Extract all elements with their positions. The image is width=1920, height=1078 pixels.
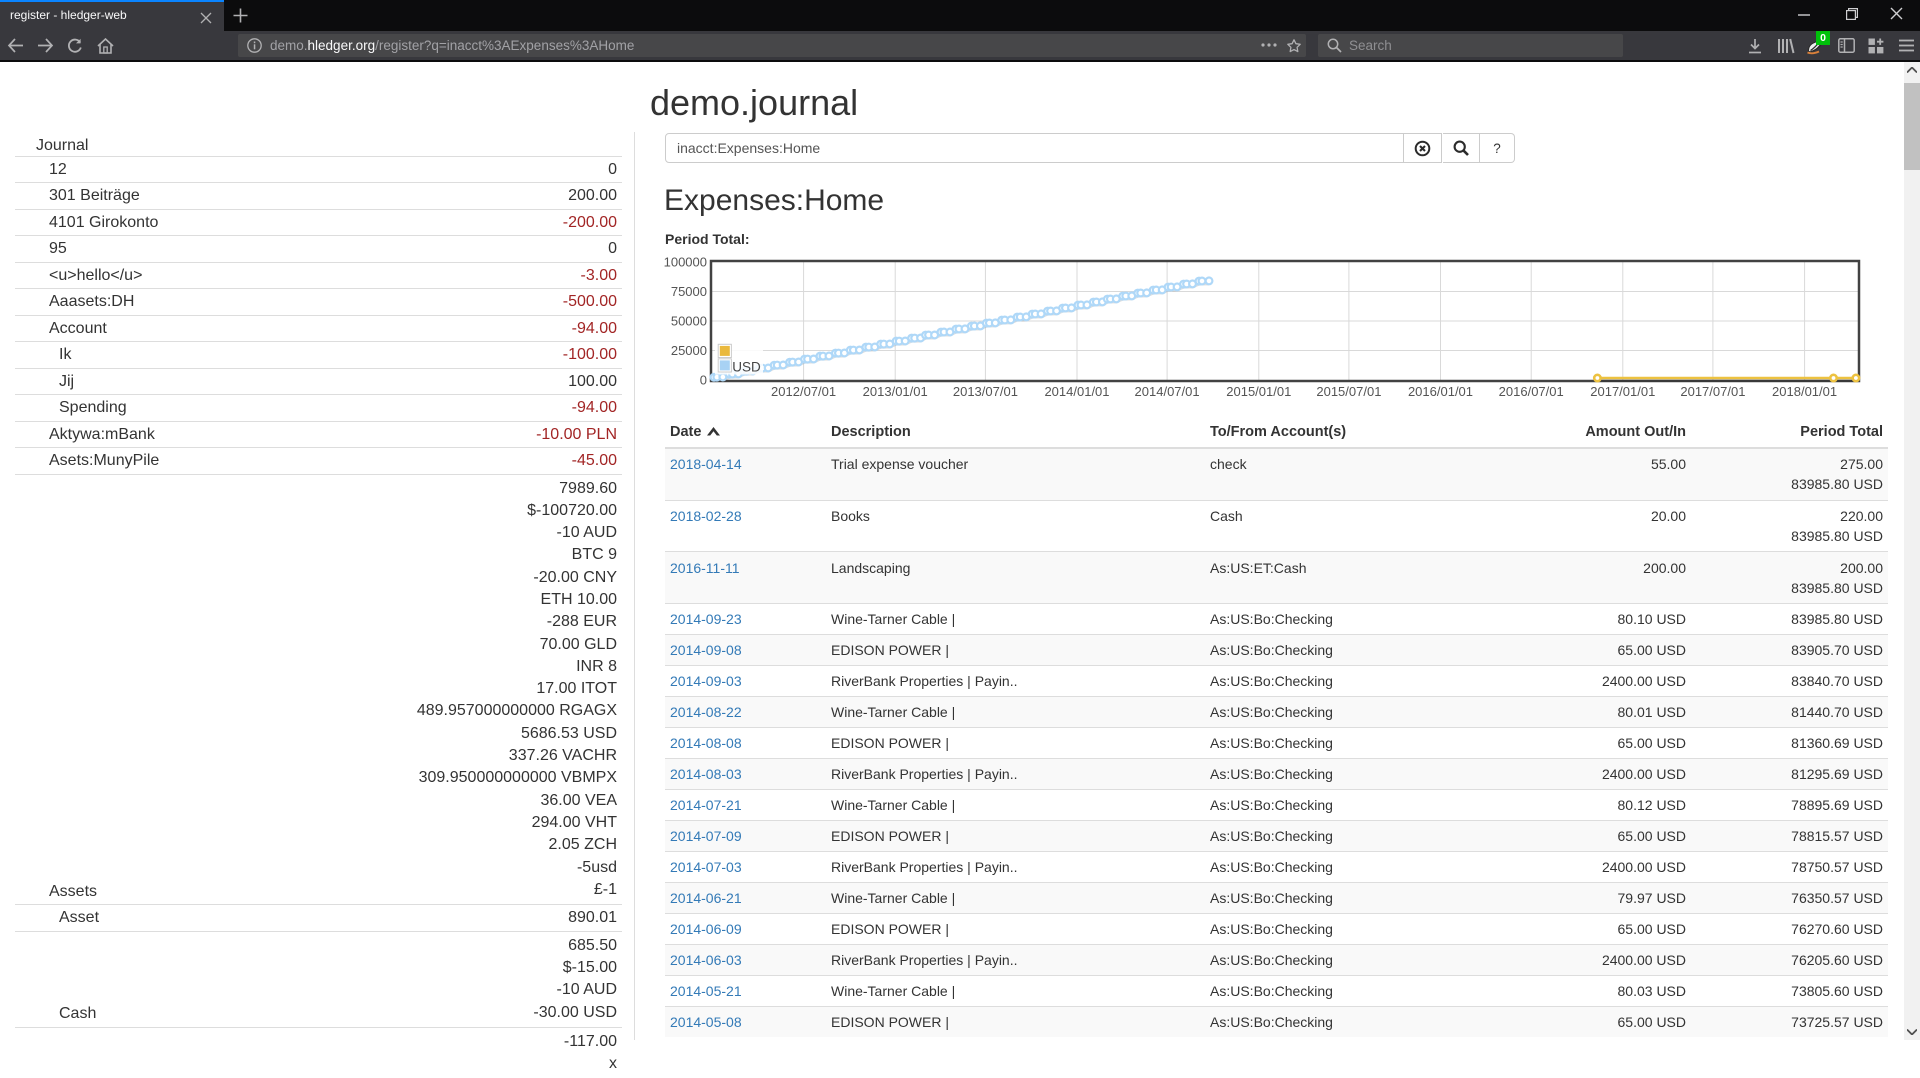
svg-text:2016/07/01: 2016/07/01 [1499,384,1564,399]
svg-text:USD: USD [732,360,761,375]
svg-text:2012/07/01: 2012/07/01 [771,384,836,399]
svg-text:2014/01/01: 2014/01/01 [1044,384,1109,399]
svg-text:2016/01/01: 2016/01/01 [1408,384,1473,399]
svg-text:2015/07/01: 2015/07/01 [1316,384,1381,399]
svg-text:2014/07/01: 2014/07/01 [1135,384,1200,399]
svg-text:75000: 75000 [671,284,707,299]
svg-text:50000: 50000 [671,314,707,329]
svg-text:2017/01/01: 2017/01/01 [1590,384,1655,399]
svg-text:2013/01/01: 2013/01/01 [863,384,928,399]
svg-text:25000: 25000 [671,343,707,358]
svg-text:0: 0 [700,373,707,388]
svg-text:2015/01/01: 2015/01/01 [1226,384,1291,399]
svg-text:2018/01/01: 2018/01/01 [1772,384,1837,399]
svg-text:2017/07/01: 2017/07/01 [1680,384,1745,399]
svg-text:100000: 100000 [664,255,707,270]
svg-text:2013/07/01: 2013/07/01 [953,384,1018,399]
